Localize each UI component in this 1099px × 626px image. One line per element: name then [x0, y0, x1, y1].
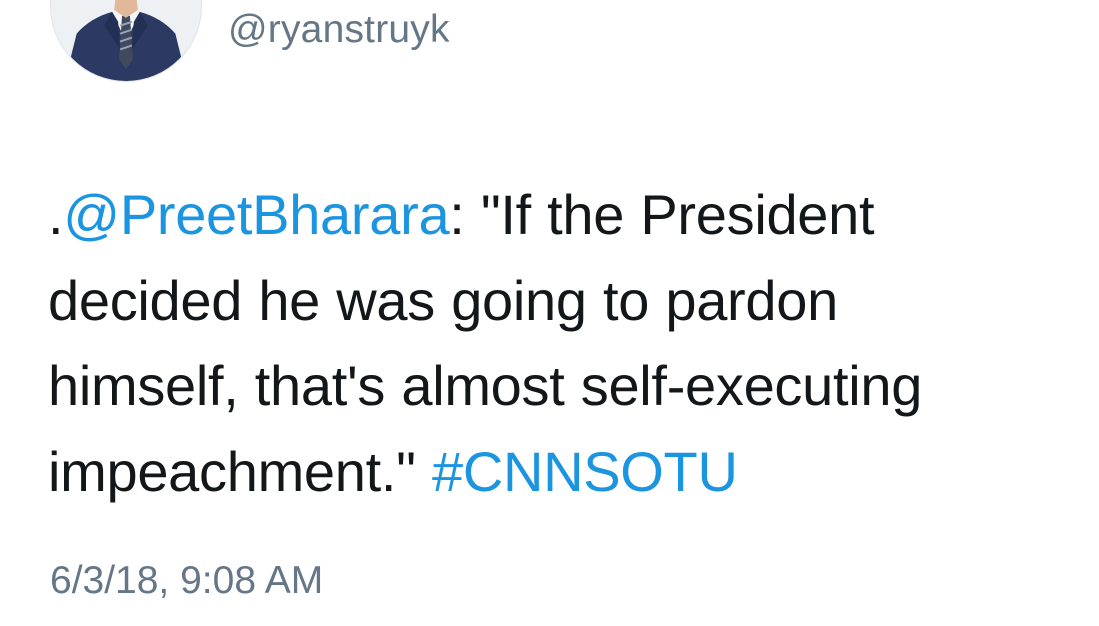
tweet-text-segment: decided he was going to pardon: [48, 268, 838, 332]
author-handle[interactable]: @ryanstruyk: [228, 10, 450, 49]
profile-photo-icon: [51, 0, 201, 81]
avatar[interactable]: [50, 0, 202, 82]
tweet-line-1: .@PreetBharara: "If the President: [48, 172, 1058, 258]
tweet-text-segment: : "If the President: [449, 183, 875, 246]
tweet-line-3: himself, that's almost self-executing: [48, 343, 1058, 429]
mention-link[interactable]: @PreetBharara: [63, 183, 449, 246]
tweet-line-4: impeachment." #CNNSOTU: [48, 429, 1058, 515]
tweet-card: @ryanstruyk .@PreetBharara: "If the Pres…: [0, 0, 1099, 626]
hashtag-link[interactable]: #CNNSOTU: [432, 440, 738, 503]
tweet-text: .@PreetBharara: "If the President decide…: [48, 172, 1058, 515]
tweet-text-segment: himself, that's almost self-executing: [48, 354, 923, 418]
tweet-line-2: decided he was going to pardon: [48, 258, 1058, 344]
tweet-timestamp[interactable]: 6/3/18, 9:08 AM: [50, 561, 323, 600]
tweet-text-segment: .: [48, 183, 64, 246]
tweet-text-segment: impeachment.": [48, 440, 432, 504]
